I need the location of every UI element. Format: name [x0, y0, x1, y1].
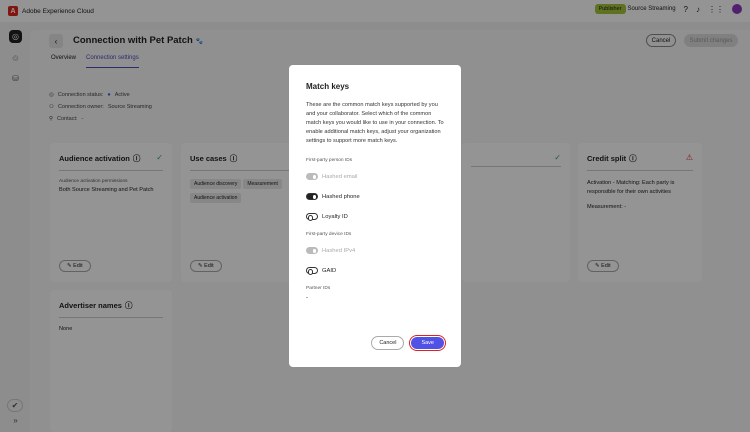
gaid-toggle[interactable]: GAID [306, 267, 444, 275]
toggle-label: Hashed phone [322, 193, 360, 200]
toggle-label: Hashed IPv4 [322, 247, 356, 254]
hashed-ipv4-toggle[interactable]: Hashed IPv4 [306, 247, 444, 254]
toggle-switch[interactable] [306, 213, 318, 221]
partner-ids-value: - [306, 295, 308, 301]
dialog-save-button[interactable]: Save [408, 334, 447, 352]
toggle-label: Hashed email [322, 173, 358, 180]
hashed-phone-toggle[interactable]: Hashed phone [306, 193, 444, 200]
toggle-label: GAID [322, 267, 337, 274]
dialog-cancel-button[interactable]: Cancel [371, 336, 405, 350]
section-partner-ids: Partner IDs [306, 286, 331, 291]
toggle-switch[interactable] [306, 173, 318, 180]
match-keys-dialog: Match keys These are the common match ke… [289, 65, 461, 367]
loyalty-id-toggle[interactable]: Loyalty ID [306, 213, 444, 221]
section-device-ids: First-party device IDs [306, 232, 352, 237]
toggle-label: Loyalty ID [322, 213, 348, 220]
dialog-title: Match keys [306, 82, 350, 91]
toggle-switch[interactable] [306, 267, 318, 275]
section-person-ids: First-party person IDs [306, 158, 353, 163]
hashed-email-toggle[interactable]: Hashed email [306, 173, 444, 180]
toggle-switch[interactable] [306, 247, 318, 254]
dialog-description: These are the common match keys supporte… [306, 102, 444, 144]
toggle-switch[interactable] [306, 193, 318, 200]
